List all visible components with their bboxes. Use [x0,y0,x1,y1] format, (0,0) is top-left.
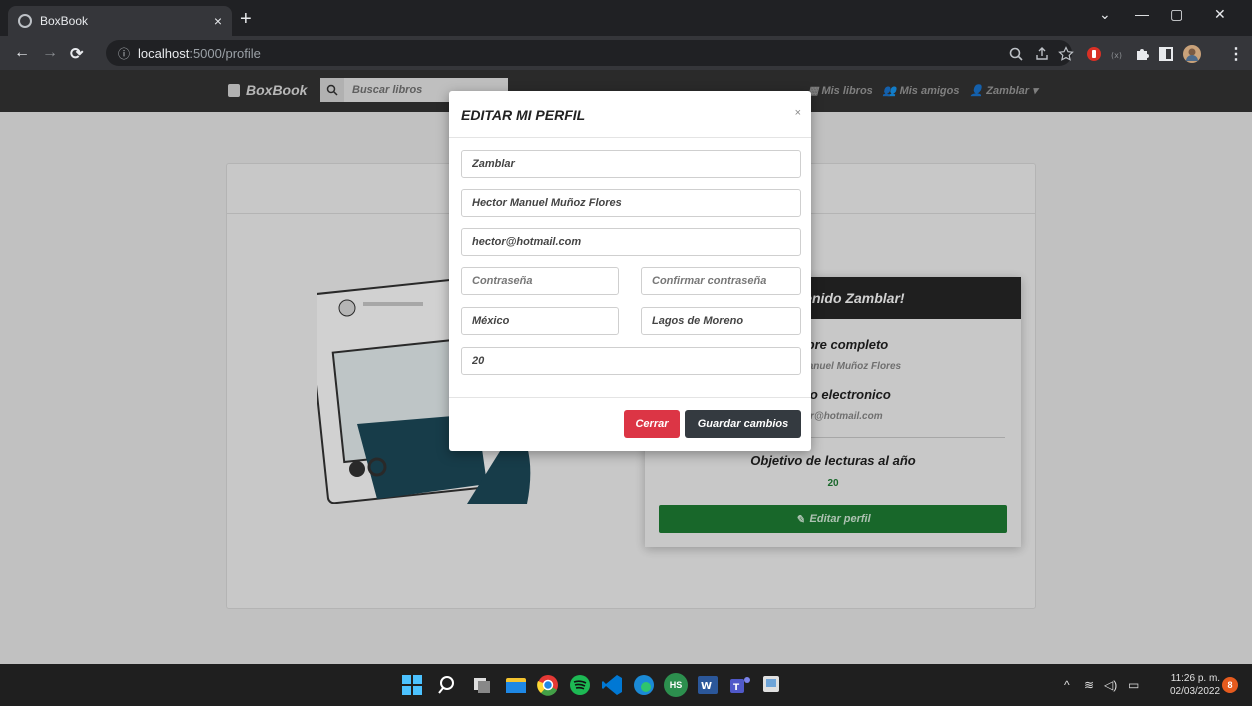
notification-badge[interactable]: 8 [1222,677,1238,693]
edge-icon[interactable] [632,673,656,697]
vscode-icon[interactable] [600,673,624,697]
web-page: BoxBook ▦ Mis libros 👥 Mis amigos 👤 Zamb… [0,70,1252,664]
word-icon[interactable]: W [696,673,720,697]
task-view-icon[interactable] [470,673,494,697]
edit-profile-modal: EDITAR MI PERFIL × Cerrar Guardar cambio… [449,91,811,451]
hs-app-icon[interactable]: HS [664,673,688,697]
modal-footer-divider [449,397,811,398]
email-field[interactable] [461,228,801,256]
windows-start-icon[interactable] [400,673,424,697]
confirm-password-field[interactable] [641,267,801,295]
modal-close-button[interactable]: × [795,107,801,119]
info-icon[interactable]: ⓘ [118,45,130,62]
reload-icon[interactable]: ⟳ [70,44,83,64]
clock-date: 02/03/2022 [1170,686,1221,697]
file-explorer-icon[interactable] [504,673,528,697]
city-field[interactable] [641,307,801,335]
side-panel-icon[interactable] [1158,46,1174,62]
snipping-tool-icon[interactable] [760,673,784,697]
battery-icon[interactable]: ▭ [1128,678,1139,692]
svg-text:(x): (x) [1111,51,1122,60]
username-field[interactable] [461,150,801,178]
svg-text:W: W [701,681,712,692]
fullname-field[interactable] [461,189,801,217]
profile-avatar[interactable] [1182,44,1202,64]
wifi-icon[interactable]: ≋ [1084,678,1094,692]
password-field[interactable] [461,267,619,295]
tab-title: BoxBook [40,14,89,28]
svg-text:T: T [733,683,740,693]
new-tab-button[interactable]: + [240,8,252,31]
browser-tab-strip: BoxBook × + ⌄ — ▢ ✕ [0,0,1252,36]
close-button[interactable]: Cerrar [624,410,680,438]
save-changes-button[interactable]: Guardar cambios [685,410,801,438]
chrome-icon[interactable] [536,673,560,697]
minimize-button[interactable]: — [1135,6,1149,22]
url-host: localhost [138,45,190,61]
puzzle-icon[interactable] [1134,46,1150,62]
window-close-button[interactable]: ✕ [1214,6,1226,23]
tab-close-button[interactable]: × [214,13,222,29]
bookmark-star-icon[interactable] [1058,46,1074,62]
globe-icon [18,14,32,28]
reading-goal-field[interactable] [461,347,801,375]
teams-icon[interactable]: T [728,673,752,697]
chevron-up-icon[interactable]: ^ [1064,678,1070,692]
browser-tab[interactable]: BoxBook × [8,6,232,36]
forward-arrow-icon[interactable]: → [42,44,58,62]
share-icon[interactable] [1034,46,1050,62]
extension-stop-icon[interactable] [1086,46,1102,62]
extension-icon[interactable]: (x) [1110,46,1126,62]
spotify-icon[interactable] [568,673,592,697]
browser-toolbar: ← → ⟳ ⓘ localhost :5000/profile (x) ⋮ [0,36,1252,70]
volume-icon[interactable]: ◁) [1104,678,1117,692]
clock-time: 11:26 p. m. [1170,673,1221,684]
url-path: :5000/profile [189,45,261,61]
modal-title: EDITAR MI PERFIL [461,107,586,123]
country-field[interactable] [461,307,619,335]
windows-taskbar: HS W T ^ ≋ ◁) ▭ 11:26 p. m. 02/03/2022 8 [0,664,1252,706]
chrome-menu-icon[interactable]: ⋮ [1228,44,1244,64]
tab-search-dropdown-icon[interactable]: ⌄ [1099,6,1111,23]
restore-button[interactable]: ▢ [1170,6,1183,23]
zoom-icon[interactable] [1008,46,1024,62]
search-icon[interactable] [436,673,460,697]
back-arrow-icon[interactable]: ← [14,44,30,62]
modal-header-divider [449,137,811,138]
address-bar[interactable]: ⓘ localhost :5000/profile [106,40,1072,66]
system-clock[interactable]: 11:26 p. m. 02/03/2022 [1170,672,1220,698]
